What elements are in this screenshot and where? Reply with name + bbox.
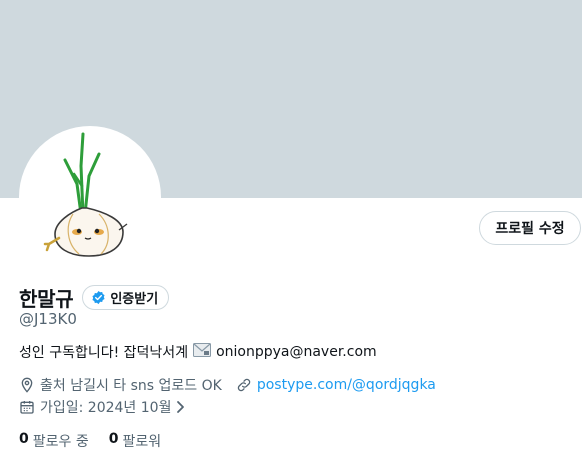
website-link[interactable]: postype.com/@qordjqgka [257, 377, 436, 393]
profile-handle: @J13K0 [19, 310, 77, 328]
profile-avatar[interactable] [19, 126, 161, 268]
envelope-icon [193, 343, 212, 361]
profile-website: postype.com/@qordjqgka [236, 377, 436, 393]
calendar-icon [19, 399, 35, 415]
followers-link[interactable]: 0 팔로워 [109, 431, 161, 451]
bio-email: onionppya@naver.com [216, 344, 377, 360]
edit-profile-button[interactable]: 프로필 수정 [479, 211, 581, 245]
get-verified-label: 인증받기 [110, 292, 159, 307]
onion-avatar [43, 132, 128, 257]
followers-label: 팔로워 [122, 434, 162, 450]
get-verified-button[interactable]: 인증받기 [82, 285, 170, 310]
followers-count: 0 [108, 431, 119, 447]
following-label: 팔로우 중 [32, 434, 89, 450]
following-count: 0 [19, 431, 29, 447]
following-link[interactable]: 0 팔로우 중 [19, 431, 89, 451]
follow-stats: 0 팔로우 중 0 팔로워 [19, 431, 181, 451]
chevron-right-icon [175, 400, 187, 414]
link-icon [236, 377, 252, 393]
display-name: 한말규 [19, 287, 74, 311]
profile-bio: 성인 구독합니다! 잡덕낙서계 onionppya@naver.com [19, 342, 377, 362]
verified-badge-icon [91, 290, 106, 305]
bio-text: 성인 구독합니다! 잡덕낙서계 [19, 345, 189, 361]
location-pin-icon [19, 377, 35, 393]
profile-meta-row: 출처 남길시 타 sns 업로드 OK postype.com/@qordjqg… [19, 375, 436, 395]
joined-row[interactable]: 가입일: 2024년 10월 [19, 397, 187, 417]
profile-location: 출처 남길시 타 sns 업로드 OK [40, 378, 222, 394]
joined-date: 가입일: 2024년 10월 [40, 400, 172, 416]
profile-name-row: 한말규 인증받기 [19, 283, 170, 312]
